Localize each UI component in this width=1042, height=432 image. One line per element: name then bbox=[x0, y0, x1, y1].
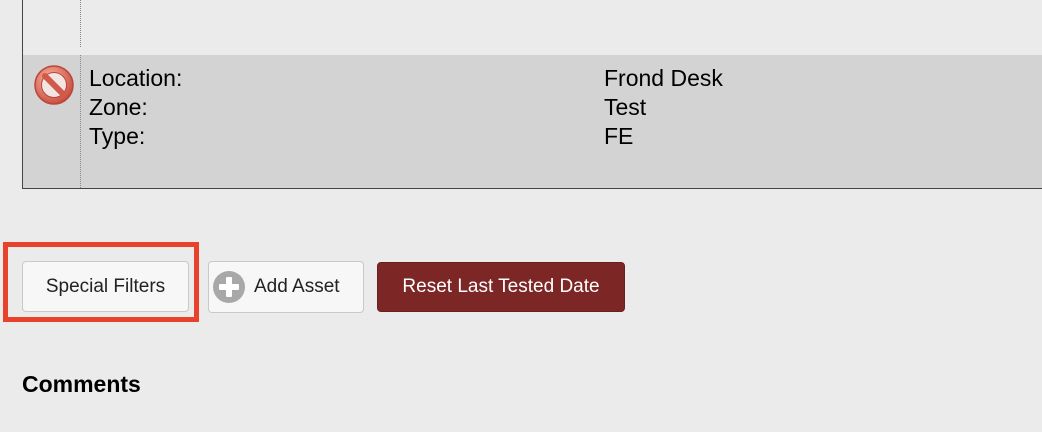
field-location: Location: Frond Desk bbox=[89, 64, 1042, 93]
field-type: Type: FE bbox=[89, 122, 1042, 151]
asset-row-previous bbox=[23, 0, 1042, 55]
plus-circle-icon bbox=[213, 271, 245, 303]
field-label: Location: bbox=[89, 65, 183, 91]
field-zone: Zone: Test bbox=[89, 93, 1042, 122]
field-value: Test bbox=[604, 94, 647, 120]
column-divider bbox=[80, 0, 81, 47]
column-divider bbox=[80, 55, 81, 188]
field-value: Frond Desk bbox=[604, 65, 723, 91]
field-label: Zone: bbox=[89, 94, 148, 120]
special-filters-button[interactable]: Special Filters bbox=[22, 261, 189, 312]
field-label: Type: bbox=[89, 123, 146, 149]
add-asset-button[interactable]: Add Asset bbox=[208, 261, 364, 313]
reset-last-tested-date-button[interactable]: Reset Last Tested Date bbox=[377, 262, 625, 312]
prohibited-icon bbox=[34, 65, 74, 105]
field-value: FE bbox=[604, 123, 634, 149]
comments-heading: Comments bbox=[22, 371, 141, 397]
asset-row[interactable]: Location: Frond Desk Zone: Test Type: FE bbox=[23, 55, 1042, 188]
asset-fields: Location: Frond Desk Zone: Test Type: FE bbox=[89, 64, 1042, 151]
asset-list: Location: Frond Desk Zone: Test Type: FE bbox=[22, 0, 1042, 189]
add-asset-label: Add Asset bbox=[254, 276, 340, 297]
